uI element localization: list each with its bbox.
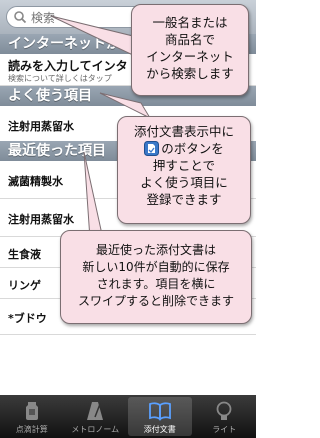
balloon-text: のボタンを <box>161 141 224 156</box>
tab-label: 点滴計算 <box>15 425 48 434</box>
recent-item-label: 滅菌精製水 <box>8 175 63 188</box>
balloon-line-with-icon: のボタンを <box>118 140 250 157</box>
balloon-line: 押すことで <box>152 158 216 173</box>
favorite-help-balloon: 添付文書表示中に のボタンを 押すことで よく使う項目に 登録できます <box>117 116 251 224</box>
balloon-line: 新しい10件が自動的に保存 <box>82 260 230 274</box>
balloon-line: から検索します <box>146 66 234 81</box>
search-help-balloon: 一般名または 商品名で インターネット から検索します <box>131 4 249 96</box>
tab-drip-calc[interactable]: 点滴計算 <box>0 395 64 438</box>
recent-item-label: リンゲ <box>8 279 41 292</box>
metronome-icon <box>87 402 104 420</box>
balloon-line: よく使う項目に <box>140 175 228 190</box>
internet-row-subtitle: 検索について詳しくはタップ <box>8 74 112 83</box>
list-empty-area <box>0 335 256 395</box>
add-favorite-icon <box>144 141 160 156</box>
recent-item-label: 注射用蒸留水 <box>8 213 74 226</box>
balloon-line: されます。項目を横に <box>96 277 216 291</box>
tab-package-insert[interactable]: 添付文書 <box>128 397 192 436</box>
balloon-line: 添付文書表示中に <box>133 124 234 139</box>
balloon-line: 商品名で <box>164 32 215 47</box>
lightbulb-icon <box>216 401 232 420</box>
internet-row-title: 読みを入力してインタ <box>8 59 128 73</box>
tab-label: ライト <box>212 425 237 434</box>
tab-label: 添付文書 <box>143 425 176 434</box>
tab-metronome[interactable]: メトロノーム <box>64 395 128 438</box>
recent-item-label: *ブドウ <box>8 312 47 325</box>
recent-item-label: 生食液 <box>8 248 41 261</box>
balloon-line: 最近使った添付文書は <box>95 243 216 257</box>
tab-label: メトロノーム <box>71 425 120 434</box>
balloon-line: スワイプすると削除できます <box>77 294 234 308</box>
favorite-item-label: 注射用蒸留水 <box>8 120 74 133</box>
balloon-line: 一般名または <box>152 15 228 30</box>
tab-light[interactable]: ライト <box>193 395 257 438</box>
search-icon <box>14 11 27 24</box>
book-icon <box>148 402 171 421</box>
recent-help-balloon: 最近使った添付文書は 新しい10件が自動的に保存 されます。項目を横に スワイプ… <box>60 230 252 324</box>
balloon-line: 登録できます <box>146 192 222 207</box>
balloon-line: インターネット <box>146 49 234 64</box>
tab-bar: 点滴計算 メトロノーム 添付文書 ライト <box>0 395 256 438</box>
drip-bottle-icon <box>25 402 38 420</box>
